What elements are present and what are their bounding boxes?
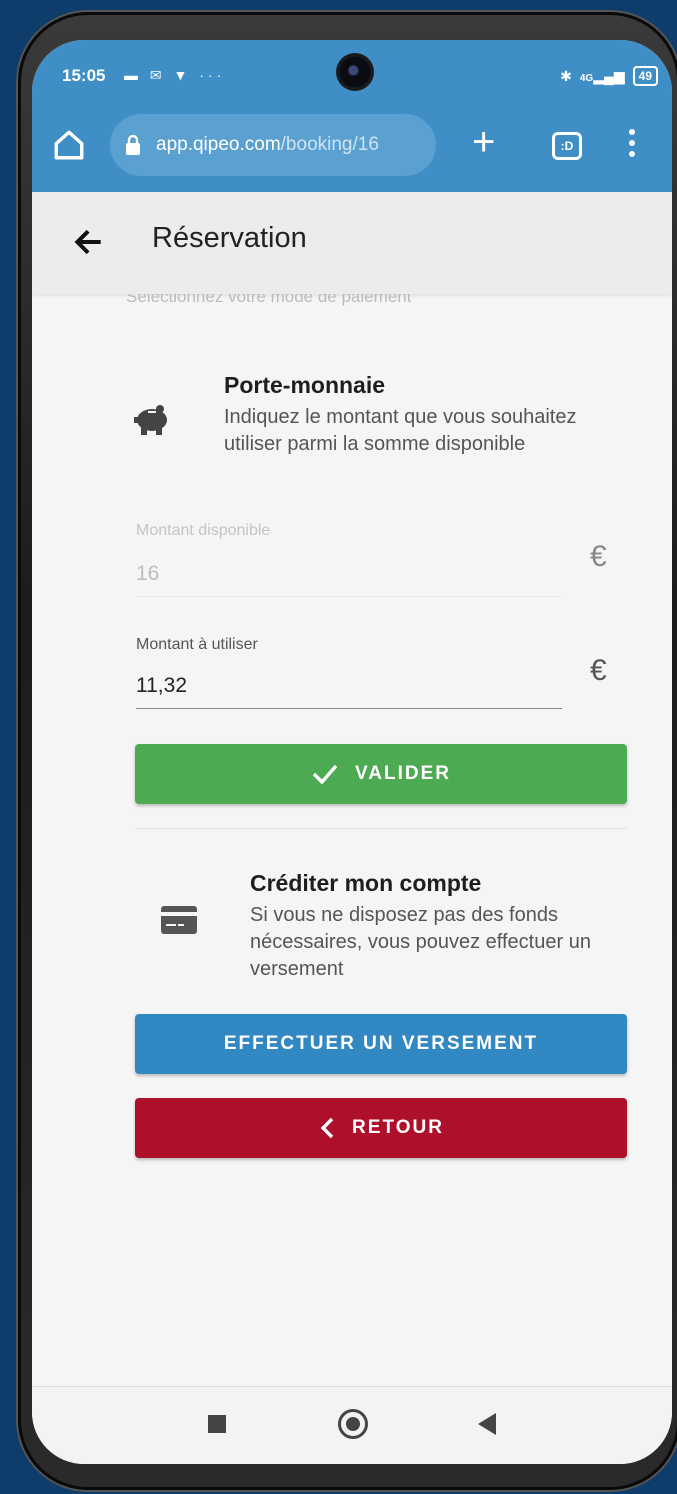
section-divider (135, 828, 627, 829)
recent-apps-icon[interactable] (208, 1415, 226, 1433)
credit-title: Créditer mon compte (250, 870, 482, 896)
url-bar[interactable]: app.qipeo.com/booking/16 (110, 114, 436, 176)
use-amount-underline (136, 708, 562, 709)
network-type: 4G (579, 72, 594, 84)
wallet-title: Porte-monnaie (224, 372, 386, 398)
new-tab-icon[interactable]: + (472, 120, 495, 164)
available-amount-underline (136, 596, 562, 597)
deposit-label: EFFECTUER UN VERSEMENT (223, 1033, 539, 1054)
use-amount-input[interactable]: 11,32 (136, 674, 187, 698)
battery-icon: 49 (632, 66, 658, 86)
notification-icons: ▬ ✉ ▼ ··· (124, 67, 226, 83)
system-nav-bar (32, 1386, 672, 1464)
app-header: Réservation (32, 192, 672, 294)
validate-label: VALIDER (355, 763, 451, 784)
chevron-left-icon (320, 1117, 334, 1139)
faded-subtitle: Sélectionnez votre mode de paiement (126, 294, 412, 306)
wallet-description: Indiquez le montant que vous souhaitez u… (224, 406, 577, 455)
credit-card-icon (161, 906, 197, 934)
available-amount-value: 16 (136, 562, 160, 585)
validate-button[interactable]: VALIDER (135, 744, 627, 804)
use-amount-label: Montant à utiliser (136, 636, 258, 653)
phone-screen: 15:05 ▬ ✉ ▼ ··· ✱ 4G▂▄▆ 49 app.qipeo.com… (32, 40, 672, 1464)
status-right: ✱ 4G▂▄▆ 49 (560, 66, 658, 86)
signal-icon: 4G▂▄▆ (579, 67, 625, 84)
back-label: RETOUR (352, 1117, 444, 1138)
url-path: /booking/16 (280, 134, 379, 155)
back-arrow-icon[interactable] (72, 226, 104, 258)
check-icon (312, 764, 338, 785)
back-button[interactable]: RETOUR (135, 1098, 627, 1158)
deposit-button[interactable]: EFFECTUER UN VERSEMENT (135, 1014, 627, 1074)
lock-icon (126, 134, 140, 155)
home-nav-icon[interactable] (338, 1409, 368, 1439)
front-camera (339, 56, 371, 88)
page-title: Réservation (152, 222, 307, 254)
status-time: 15:05 (62, 66, 106, 85)
url-domain: app.qipeo.com (156, 134, 281, 155)
overflow-menu-icon[interactable] (628, 126, 636, 166)
tabs-switcher-button[interactable]: :D (552, 132, 582, 160)
available-amount-label: Montant disponible (136, 522, 271, 539)
back-nav-icon[interactable] (478, 1413, 496, 1435)
home-icon[interactable] (52, 128, 86, 162)
bluetooth-icon: ✱ (560, 67, 572, 84)
browser-chrome: 15:05 ▬ ✉ ▼ ··· ✱ 4G▂▄▆ 49 app.qipeo.com… (32, 40, 672, 192)
url-row: app.qipeo.com/booking/16 + :D (32, 112, 672, 180)
euro-icon: € (590, 654, 607, 687)
credit-description: Si vous ne disposez pas des fonds nécess… (250, 904, 591, 980)
piggy-bank-icon (134, 405, 167, 435)
euro-icon: € (590, 540, 607, 573)
